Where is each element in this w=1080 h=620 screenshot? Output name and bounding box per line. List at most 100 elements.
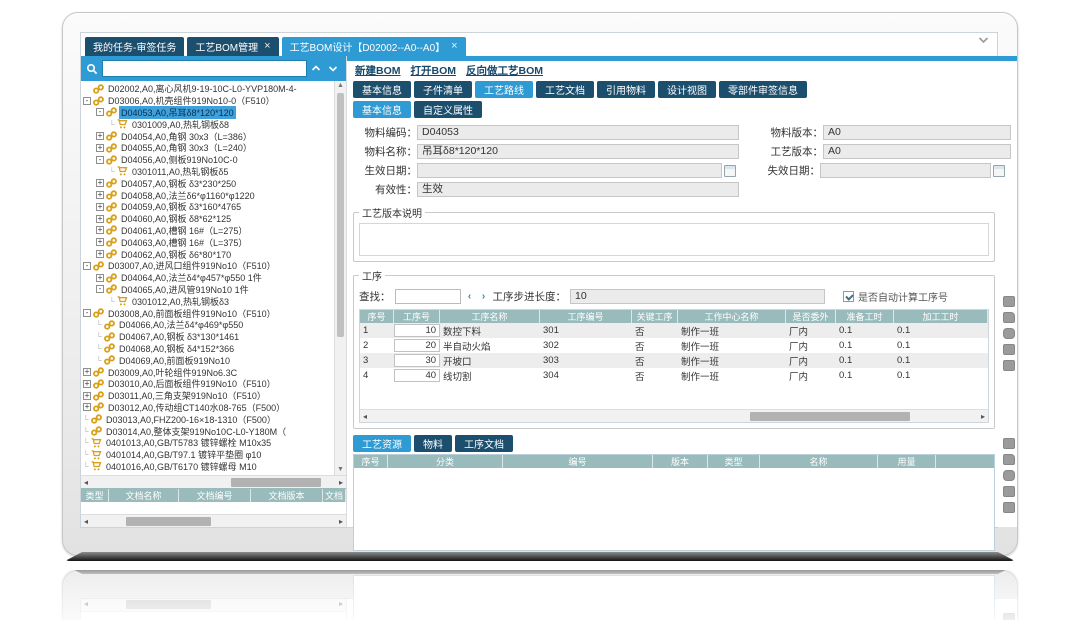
tree-item[interactable]: └0301011,A0,热轧钢板δ5	[83, 166, 332, 178]
resource-tab[interactable]: 工艺资源	[353, 435, 411, 452]
tree-item[interactable]: +D04063,A0,槽钢 16#（L=375）	[83, 236, 332, 248]
tree-item[interactable]: -D04053,A0,吊耳δ8*120*120	[83, 107, 332, 119]
process-version-field[interactable]: A0	[823, 144, 1011, 159]
window-tab[interactable]: 我的任务-审签任务	[85, 37, 184, 56]
tree-item[interactable]: +D04060,A0,钢板 δ8*62*125	[83, 213, 332, 225]
resource-tab[interactable]: 物料	[414, 435, 452, 452]
tree-item[interactable]: └0401016,A0,GB/T6170 镀锌螺母 M10	[83, 461, 332, 473]
expand-icon[interactable]: +	[96, 144, 104, 152]
scrollbar-thumb[interactable]	[126, 517, 211, 526]
expand-icon[interactable]: +	[83, 403, 91, 411]
expand-icon[interactable]: +	[83, 368, 91, 376]
tree-item[interactable]: D02002,A0,离心风机9-19-10C-L0-YVP180M-4-	[83, 83, 332, 95]
tree-item[interactable]: -D04065,A0,进风管919No10 1件	[83, 284, 332, 296]
tree-item[interactable]: -D03006,A0,机壳组件919No10-0（F510）	[83, 95, 332, 107]
scrollbar-thumb[interactable]	[231, 478, 321, 487]
process-table-row[interactable]: 110数控下料301否制作一班厂内0.10.1	[360, 323, 988, 338]
row-action-icon[interactable]	[1003, 360, 1015, 371]
expand-icon[interactable]: +	[96, 274, 104, 282]
row-action-icon[interactable]	[1003, 486, 1015, 497]
expand-icon[interactable]: +	[96, 203, 104, 211]
tree-item[interactable]: └D04069,A0,前面板919No10	[83, 354, 332, 366]
scroll-up-icon[interactable]: ▲	[335, 81, 346, 91]
collapse-icon[interactable]: -	[83, 309, 91, 317]
tree-item[interactable]: └D04067,A0,钢板 δ3*130*1461	[83, 331, 332, 343]
tree-item[interactable]: └0301012,A0,热轧钢板δ3	[83, 295, 332, 307]
row-action-icon[interactable]	[1003, 502, 1015, 513]
tree-item[interactable]: -D03007,A0,进风口组件919No10（F510）	[83, 260, 332, 272]
tree-item[interactable]: +D04055,A0,角钢 30x3（L=240）	[83, 142, 332, 154]
collapse-icon[interactable]: -	[96, 156, 104, 164]
detail-tab[interactable]: 引用物料	[597, 81, 655, 98]
material-code-field[interactable]: D04053	[417, 125, 739, 140]
tree-item[interactable]: └D04068,A0,钢板 δ4*152*366	[83, 343, 332, 355]
collapse-icon[interactable]: -	[83, 97, 91, 105]
tree-item[interactable]: +D03010,A0,后面板组件919No10（F510）	[83, 378, 332, 390]
close-icon[interactable]: ×	[264, 41, 270, 52]
expire-date-field[interactable]	[820, 163, 991, 178]
expand-icon[interactable]: +	[96, 238, 104, 246]
tree-item[interactable]: └0401014,A0,GB/T97.1 镀锌平垫圈 φ10	[83, 449, 332, 461]
tree-horizontal-scrollbar[interactable]: ◂ ▸	[81, 475, 346, 488]
effective-date-field[interactable]	[417, 163, 722, 178]
close-icon[interactable]: ×	[451, 41, 457, 52]
tree-item[interactable]: -D03008,A0,前面板组件919No10（F510）	[83, 307, 332, 319]
bom-action-link[interactable]: 反向做工艺BOM	[466, 63, 543, 78]
bom-action-link[interactable]: 新建BOM	[355, 63, 401, 78]
resource-tab[interactable]: 工序文档	[455, 435, 513, 452]
scroll-right-icon[interactable]: ▸	[339, 517, 343, 526]
scroll-right-icon[interactable]: ▸	[981, 412, 985, 421]
tree-item[interactable]: └0301009,A0,热轧钢板δ8	[83, 118, 332, 130]
window-tab[interactable]: 工艺BOM管理×	[187, 37, 278, 56]
document-horizontal-scrollbar[interactable]: ◂ ▸	[81, 514, 346, 527]
expand-icon[interactable]: +	[96, 226, 104, 234]
expand-icon[interactable]: +	[96, 179, 104, 187]
scroll-down-icon[interactable]: ▼	[335, 465, 346, 475]
search-next-icon[interactable]	[328, 65, 341, 72]
row-action-icon[interactable]	[1003, 312, 1015, 323]
tree-item-label[interactable]: 0401016,A0,GB/T6170 镀锌螺母 M10	[104, 460, 259, 473]
prev-step-icon[interactable]: ‹	[465, 291, 475, 302]
calendar-icon[interactable]	[993, 165, 1005, 177]
window-menu-chevron-icon[interactable]	[978, 36, 989, 44]
detail-tab[interactable]: 工艺路线	[475, 81, 533, 98]
process-table-row[interactable]: 330开坡口303否制作一班厂内0.10.1	[360, 353, 988, 368]
window-tab[interactable]: 工艺BOM设计【D02002--A0--A0】×	[282, 37, 466, 56]
calendar-icon[interactable]	[724, 165, 736, 177]
scrollbar-thumb[interactable]	[750, 412, 910, 421]
material-name-field[interactable]: 吊耳δ8*120*120	[417, 144, 739, 159]
material-version-field[interactable]: A0	[823, 125, 1011, 140]
tree-item[interactable]: +D04058,A0,法兰δ6*φ1160*φ1220	[83, 189, 332, 201]
tree-item[interactable]: +D04062,A0,钢板 δ6*80*170	[83, 248, 332, 260]
row-action-icon[interactable]	[1003, 328, 1015, 339]
tree-item[interactable]: └D03013,A0,FHZ200-16×18-1310（F500）	[83, 413, 332, 425]
version-note-textarea[interactable]	[359, 223, 989, 256]
search-prev-icon[interactable]	[311, 65, 324, 72]
next-step-icon[interactable]: ›	[479, 291, 489, 302]
tree-item[interactable]: └0401013,A0,GB/T5783 镀锌螺栓 M10x35	[83, 437, 332, 449]
scroll-left-icon[interactable]: ◂	[84, 478, 88, 487]
row-action-icon[interactable]	[1003, 470, 1015, 481]
tree-item[interactable]: +D04064,A0,法兰δ4*φ457*φ550 1件	[83, 272, 332, 284]
detail-tab[interactable]: 设计视图	[658, 81, 716, 98]
tree-item[interactable]: └D04066,A0,法兰δ4*φ469*φ550	[83, 319, 332, 331]
expand-icon[interactable]: +	[96, 191, 104, 199]
tree-search-input[interactable]	[102, 60, 307, 77]
scroll-left-icon[interactable]: ◂	[363, 412, 367, 421]
tree-item[interactable]: +D04061,A0,槽钢 16#（L=275）	[83, 225, 332, 237]
expand-icon[interactable]: +	[96, 132, 104, 140]
row-action-icon[interactable]	[1003, 344, 1015, 355]
scroll-left-icon[interactable]: ◂	[84, 517, 88, 526]
process-horizontal-scrollbar[interactable]: ◂ ▸	[360, 409, 988, 422]
sub-tab[interactable]: 自定义属性	[414, 101, 482, 118]
row-action-icon[interactable]	[1003, 296, 1015, 307]
expand-icon[interactable]: +	[96, 250, 104, 258]
tree-item[interactable]: +D03009,A0,叶轮组件919No6.3C	[83, 366, 332, 378]
row-action-icon[interactable]	[1003, 454, 1015, 465]
step-length-field[interactable]: 10	[570, 289, 825, 304]
tree-scrollbar-thumb[interactable]	[337, 93, 344, 337]
collapse-icon[interactable]: -	[96, 285, 104, 293]
scroll-right-icon[interactable]: ▸	[339, 478, 343, 487]
expand-icon[interactable]: +	[83, 380, 91, 388]
tree-item[interactable]: +D04054,A0,角钢 30x3（L=386）	[83, 130, 332, 142]
